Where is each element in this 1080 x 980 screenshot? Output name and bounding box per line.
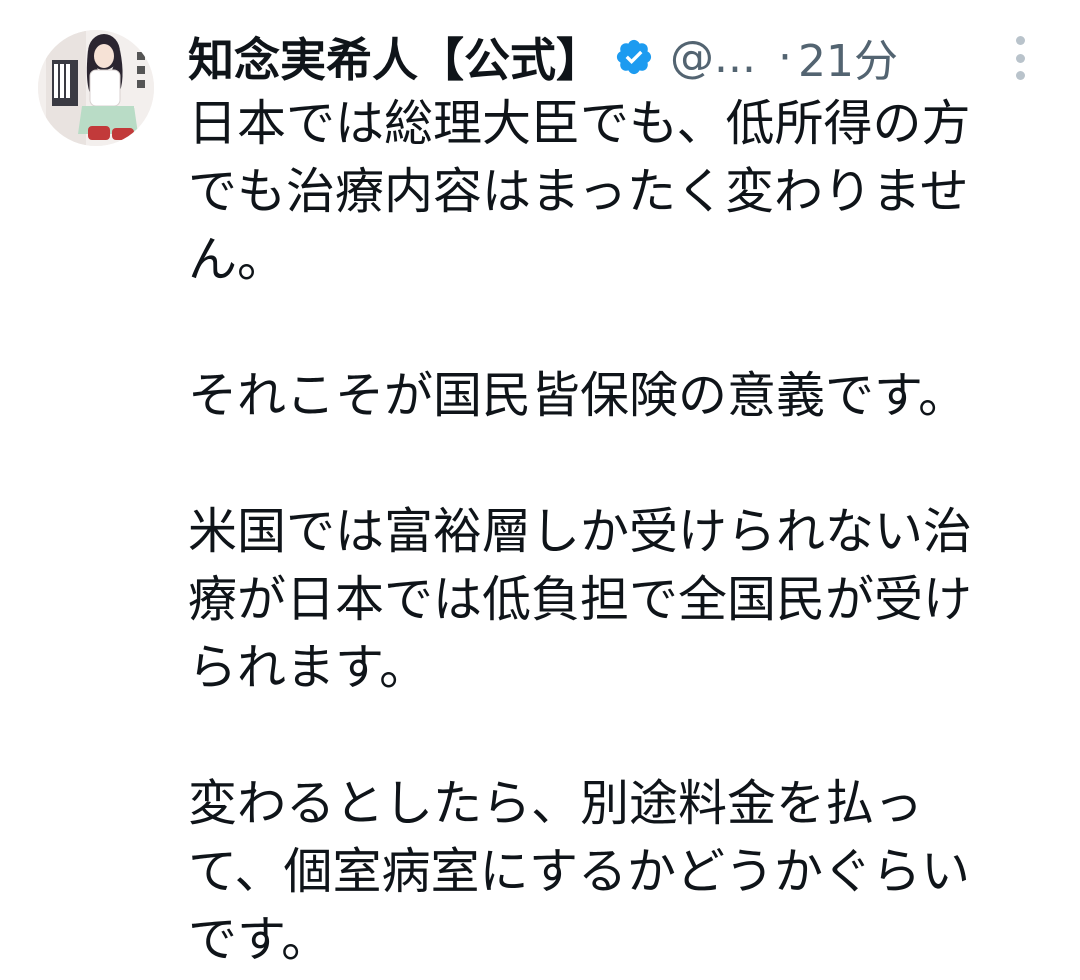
tweet-line: られます。 (188, 639, 429, 696)
tweet-line: ん。 (188, 231, 287, 288)
tweet-line: でも治療内容はまったく変わりませ (188, 163, 969, 220)
verified-badge-icon (614, 37, 654, 77)
display-name[interactable]: 知念実希人【公式】 (188, 24, 602, 90)
tweet-text: 日本では総理大臣でも、低所得の方 でも治療内容はまったく変わりませ ん。 それこ… (188, 90, 1008, 974)
tweet-line: 米国では富裕層しか受けられない治 (188, 503, 973, 560)
tweet-line: それこそが国民皆保険の意義です。 (188, 367, 968, 424)
tweet-line (188, 702, 1008, 770)
tweet-line (188, 430, 1008, 498)
tweet-line: て、個室病室にするかどうかぐらい (188, 843, 971, 900)
tweet-line: 変わるとしたら、別途料金を払っ (188, 775, 924, 832)
tweet-line (188, 294, 1008, 362)
tweet-header: 知念実希人【公式】 @... · 21分 (188, 22, 1048, 92)
avatar[interactable] (38, 30, 154, 146)
tweet-line: 療が日本では低負担で全国民が受け (188, 571, 973, 628)
handle[interactable]: @... (670, 32, 756, 83)
separator: · (777, 31, 792, 83)
tweet-line: です。 (188, 911, 331, 968)
avatar-image (38, 30, 154, 146)
more-dot (1015, 71, 1025, 80)
more-dot (1015, 36, 1025, 45)
timestamp[interactable]: 21分 (798, 25, 898, 89)
more-options-icon[interactable] (1008, 36, 1032, 80)
tweet[interactable]: 知念実希人【公式】 @... · 21分 日本では総理大臣でも、低所得の方 でも… (0, 0, 1080, 980)
more-dot (1015, 53, 1025, 63)
tweet-line: 日本では総理大臣でも、低所得の方 (188, 95, 971, 152)
